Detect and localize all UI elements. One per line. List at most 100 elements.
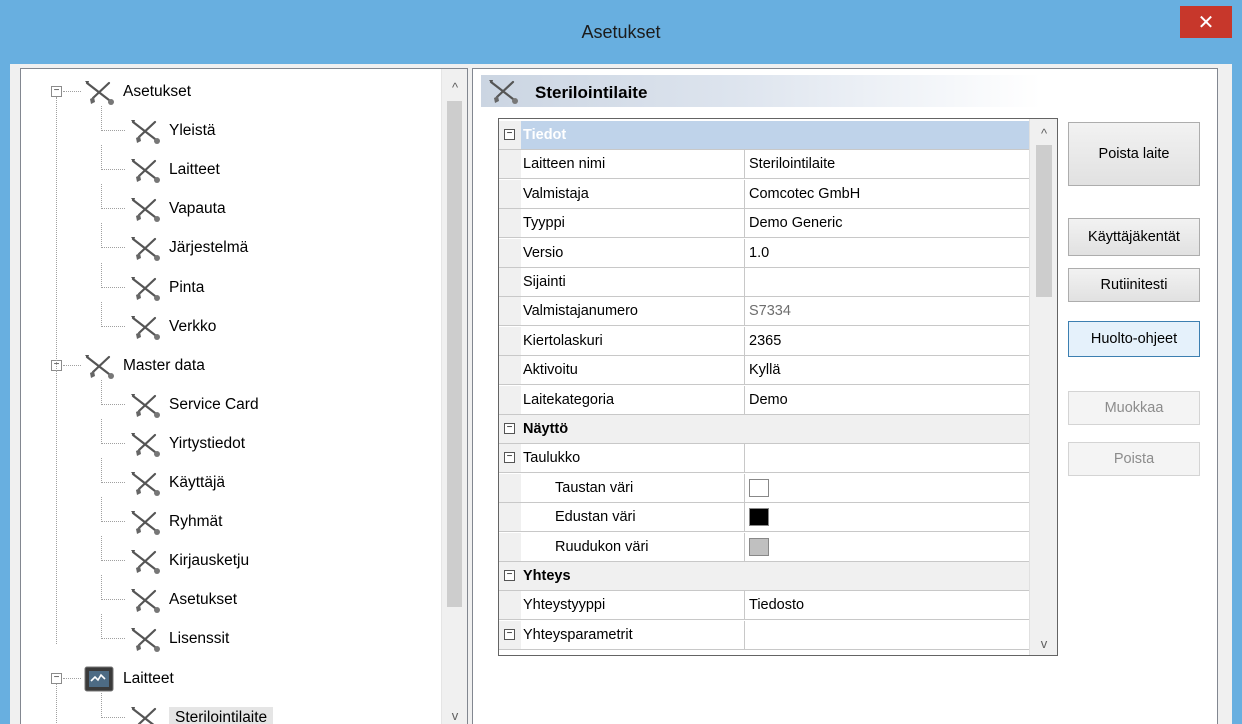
grid-gutter (499, 385, 521, 414)
grid-scroll-up-arrow[interactable]: ^ (1030, 121, 1057, 145)
tree-item[interactable]: − Laitteet (21, 664, 441, 694)
grid-scroll-thumb[interactable] (1036, 145, 1052, 297)
column-separator (744, 297, 745, 326)
grid-property-row[interactable]: Tyyppi Demo Generic (499, 209, 1029, 239)
property-grid[interactable]: − Tiedot Laitteen nimi Sterilointilaite Valm… (498, 118, 1058, 656)
tree-item[interactable]: Lisenssit (21, 614, 441, 654)
grid-expander[interactable]: − (504, 423, 515, 434)
grid-expander[interactable]: − (504, 628, 515, 640)
tree-item[interactable]: Ryhmät (21, 497, 441, 537)
grid-property-row[interactable]: − Taulukko (499, 444, 1029, 474)
grid-gutter (499, 591, 521, 620)
tree-item[interactable]: Pinta (21, 262, 441, 303)
tree-connector (101, 418, 102, 444)
edit-button[interactable]: Muokkaa (1068, 391, 1200, 425)
property-value[interactable]: Comcotec GmbH (749, 186, 860, 202)
tree-item-label: Verkko (169, 317, 217, 335)
tools-icon (131, 432, 160, 457)
tree-item[interactable]: Verkko (21, 301, 441, 342)
grid-scrollbar[interactable]: ^ v (1029, 119, 1057, 655)
property-value[interactable]: 2365 (749, 333, 781, 349)
column-separator (744, 356, 745, 385)
property-name: Yhteystyyppi (523, 597, 606, 614)
tree-item[interactable]: Sterilointilaite (21, 692, 441, 724)
tree-item[interactable]: − Asetukset (21, 77, 441, 107)
tree-item-label: Pinta (169, 278, 205, 296)
tools-icon (489, 80, 518, 104)
property-value[interactable]: Tiedosto (749, 597, 804, 613)
tree-item[interactable]: Service Card (21, 379, 441, 420)
property-value[interactable]: 1.0 (749, 245, 769, 261)
tree-item-label: Vapauta (169, 200, 226, 218)
tree-item[interactable]: Laitteet (21, 145, 441, 185)
tree-item[interactable]: Käyttäjä (21, 458, 441, 498)
grid-expander[interactable]: − (504, 570, 515, 581)
property-value[interactable]: Kyllä (749, 362, 780, 378)
scroll-up-arrow[interactable]: ^ (442, 75, 467, 99)
property-value[interactable]: Demo (749, 392, 788, 408)
grid-property-row[interactable]: − Yhteysparametrit (499, 620, 1029, 650)
grid-category-row[interactable]: − Tiedot (499, 121, 1029, 150)
tree-item-label: Lisenssit (169, 630, 230, 648)
tree-item[interactable]: Vapauta (21, 184, 441, 224)
grid-category-row[interactable]: − Yhteys (499, 562, 1029, 591)
delete-button[interactable]: Poista (1068, 442, 1200, 476)
grid-category-row[interactable]: − Näyttö (499, 415, 1029, 444)
grid-property-row[interactable]: Valmistaja Comcotec GmbH (499, 179, 1029, 209)
tree-scrollbar[interactable]: ^ v (441, 69, 467, 724)
tree-item[interactable]: Järjestelmä (21, 223, 441, 263)
device-monitor-icon (84, 666, 114, 691)
tools-icon (131, 628, 160, 653)
grid-property-row[interactable]: Sijainti (499, 268, 1029, 297)
tree-connector (101, 442, 125, 444)
property-name: Yhteys (523, 568, 571, 584)
tree-item[interactable]: Yleistä (21, 106, 441, 146)
property-value[interactable]: S7334 (749, 303, 791, 319)
grid-scroll-down-arrow[interactable]: v (1030, 631, 1057, 655)
grid-property-row[interactable]: Valmistajanumero S7334 (499, 297, 1029, 327)
grid-expander[interactable]: − (504, 452, 515, 464)
settings-tree[interactable]: ^ v − Asetukset Yleistä Laitteet Vapauta Järj… (20, 68, 468, 724)
tools-icon (131, 393, 160, 418)
user-fields-button[interactable]: Käyttäjäkentät (1068, 218, 1200, 256)
tree-expander[interactable]: − (51, 86, 62, 97)
tree-connector (101, 301, 102, 327)
grid-property-row[interactable]: Aktivoitu Kyllä (499, 356, 1029, 386)
scroll-thumb[interactable] (447, 101, 462, 607)
tree-connector (101, 458, 102, 483)
grid-property-row[interactable]: Taustan väri (499, 473, 1029, 503)
close-button[interactable]: ✕ (1180, 6, 1232, 38)
property-value[interactable]: Demo Generic (749, 215, 842, 231)
remove-device-button[interactable]: Poista laite (1068, 122, 1200, 186)
maintenance-instructions-button[interactable]: Huolto-ohjeet (1068, 321, 1200, 357)
grid-property-row[interactable]: Ruudukon väri (499, 532, 1029, 562)
color-swatch[interactable] (749, 508, 769, 527)
grid-property-row[interactable]: Laitekategoria Demo (499, 385, 1029, 415)
grid-property-row[interactable]: Edustan väri (499, 503, 1029, 533)
tree-item[interactable]: − Master data (21, 351, 441, 381)
grid-gutter (499, 179, 521, 208)
color-swatch[interactable] (749, 537, 769, 556)
property-value[interactable]: Sterilointilaite (749, 156, 835, 172)
property-name: Tyyppi (523, 215, 565, 232)
grid-property-row[interactable]: Laitteen nimi Sterilointilaite (499, 150, 1029, 180)
tree-connector (101, 716, 125, 718)
tree-item[interactable]: Yirtystiedot (21, 418, 441, 459)
color-swatch[interactable] (749, 478, 769, 497)
scroll-down-arrow[interactable]: v (442, 703, 467, 724)
tree-connector (101, 223, 102, 249)
routine-test-button[interactable]: Rutiinitesti (1068, 268, 1200, 302)
tree-expander[interactable]: − (51, 672, 62, 684)
tree-item-label: Yleistä (169, 122, 216, 140)
grid-expander[interactable]: − (504, 129, 515, 140)
grid-property-row[interactable]: Kiertolaskuri 2365 (499, 326, 1029, 356)
grid-property-row[interactable]: Yhteystyyppi Tiedosto (499, 591, 1029, 621)
tree-item[interactable]: Kirjausketju (21, 536, 441, 576)
tree-connector (101, 208, 125, 210)
grid-gutter (499, 473, 521, 502)
grid-property-row[interactable]: Versio 1.0 (499, 238, 1029, 268)
tree-connector (101, 130, 125, 132)
grid-gutter (499, 150, 521, 179)
tree-item[interactable]: Asetukset (21, 575, 441, 615)
grid-gutter (499, 209, 521, 238)
